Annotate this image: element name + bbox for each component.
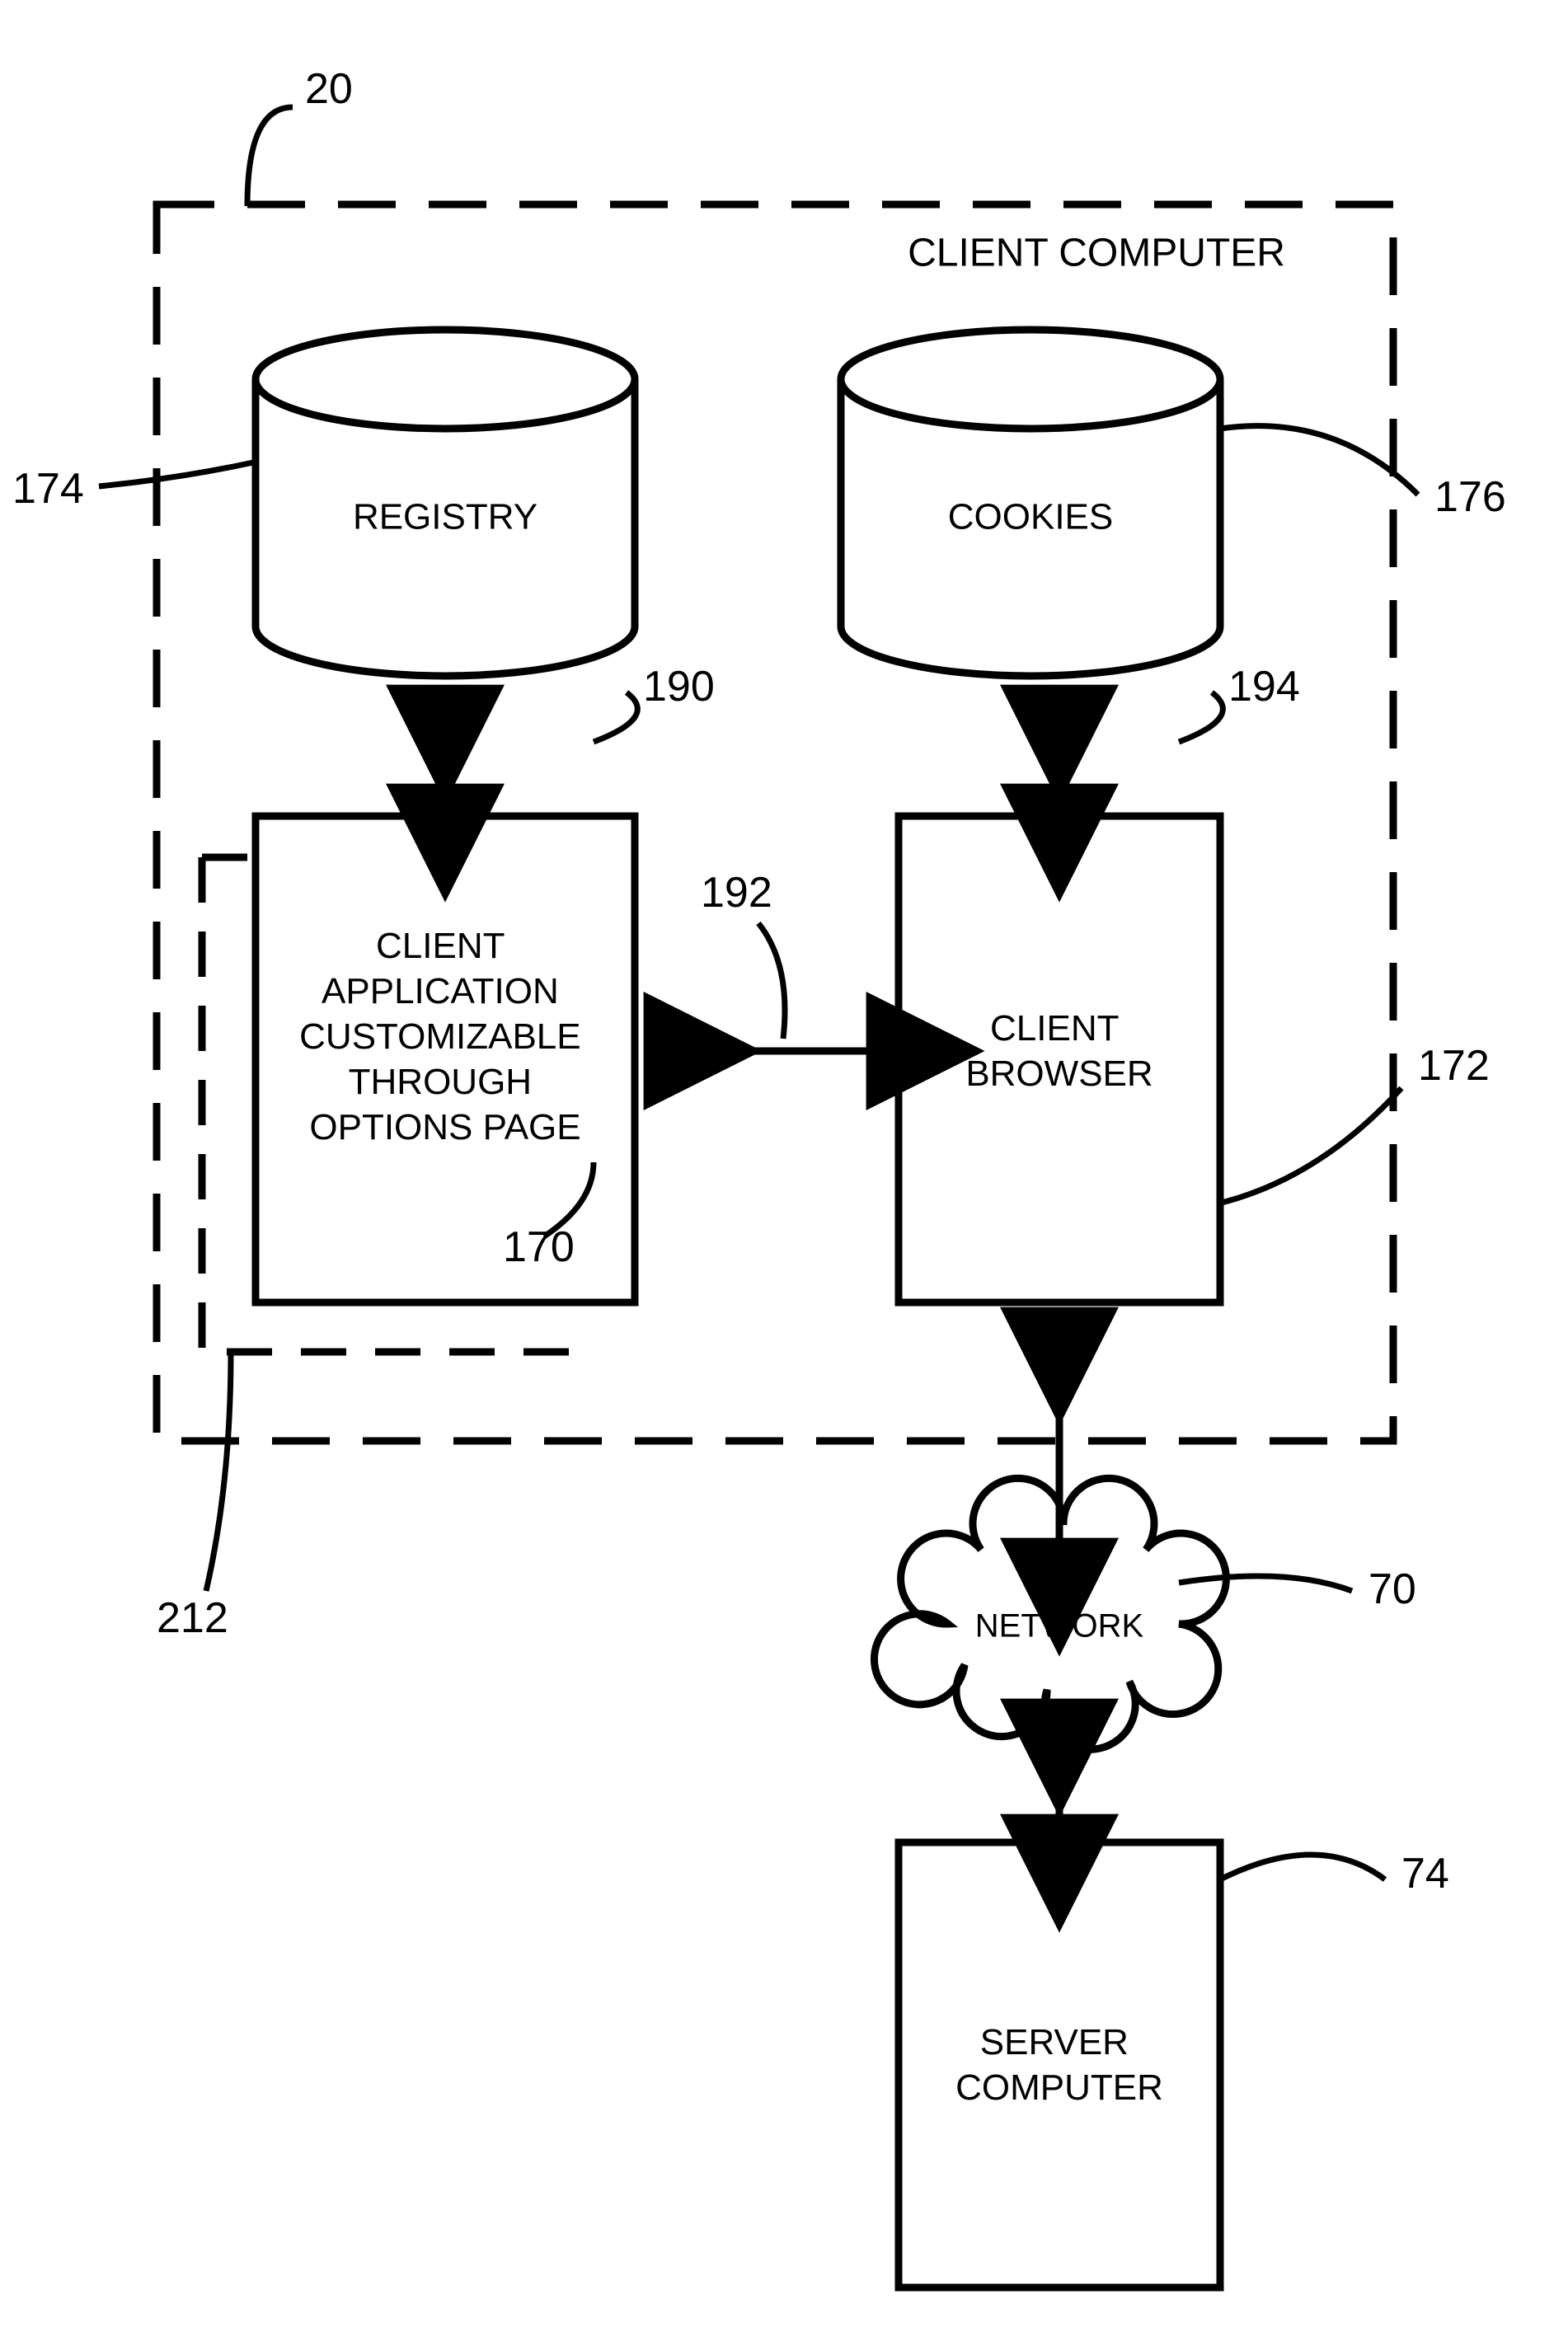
lead-192 <box>758 923 785 1039</box>
ref-192: 192 <box>701 869 772 917</box>
ref-190: 190 <box>643 663 715 711</box>
lead-212 <box>206 1352 231 1591</box>
lead-74 <box>1220 1855 1385 1879</box>
ref-176: 176 <box>1434 473 1506 521</box>
ref-172: 172 <box>1418 1042 1490 1090</box>
registry-label: REGISTRY <box>353 497 538 537</box>
lead-194 <box>1179 692 1223 742</box>
lead-174 <box>99 462 257 486</box>
registry-cylinder: REGISTRY <box>256 330 635 676</box>
cookies-label: COOKIES <box>948 497 1114 537</box>
client-app-box <box>256 816 635 1302</box>
cookies-cylinder: COOKIES <box>841 330 1220 676</box>
client-computer-label: CLIENT COMPUTER <box>908 232 1285 275</box>
network-cloud: NETWORK <box>874 1478 1226 1749</box>
lead-70 <box>1179 1576 1352 1591</box>
ref-20: 20 <box>305 65 353 113</box>
lead-172 <box>1218 1088 1401 1204</box>
lead-190 <box>594 692 637 742</box>
lead-176 <box>1220 426 1418 495</box>
server-label: SERVER COMPUTER <box>955 2022 1163 2108</box>
client-browser-label: CLIENT BROWSER <box>965 1008 1153 1094</box>
ref-212: 212 <box>157 1594 228 1642</box>
ref-74: 74 <box>1401 1850 1449 1898</box>
lead-20 <box>247 107 293 206</box>
network-label: NETWORK <box>975 1608 1144 1645</box>
client-app-label: CLIENT APPLICATION CUSTOMIZABLE THROUGH … <box>299 926 591 1147</box>
ref-70: 70 <box>1368 1565 1416 1613</box>
server-box <box>899 1842 1220 2287</box>
ref-194: 194 <box>1228 663 1300 711</box>
ref-174: 174 <box>12 465 84 513</box>
ref-170: 170 <box>503 1223 575 1271</box>
client-computer-boundary <box>157 204 1393 1441</box>
diagram-root: 20 CLIENT COMPUTER REGISTRY 174 190 COOK… <box>0 0 1568 2332</box>
